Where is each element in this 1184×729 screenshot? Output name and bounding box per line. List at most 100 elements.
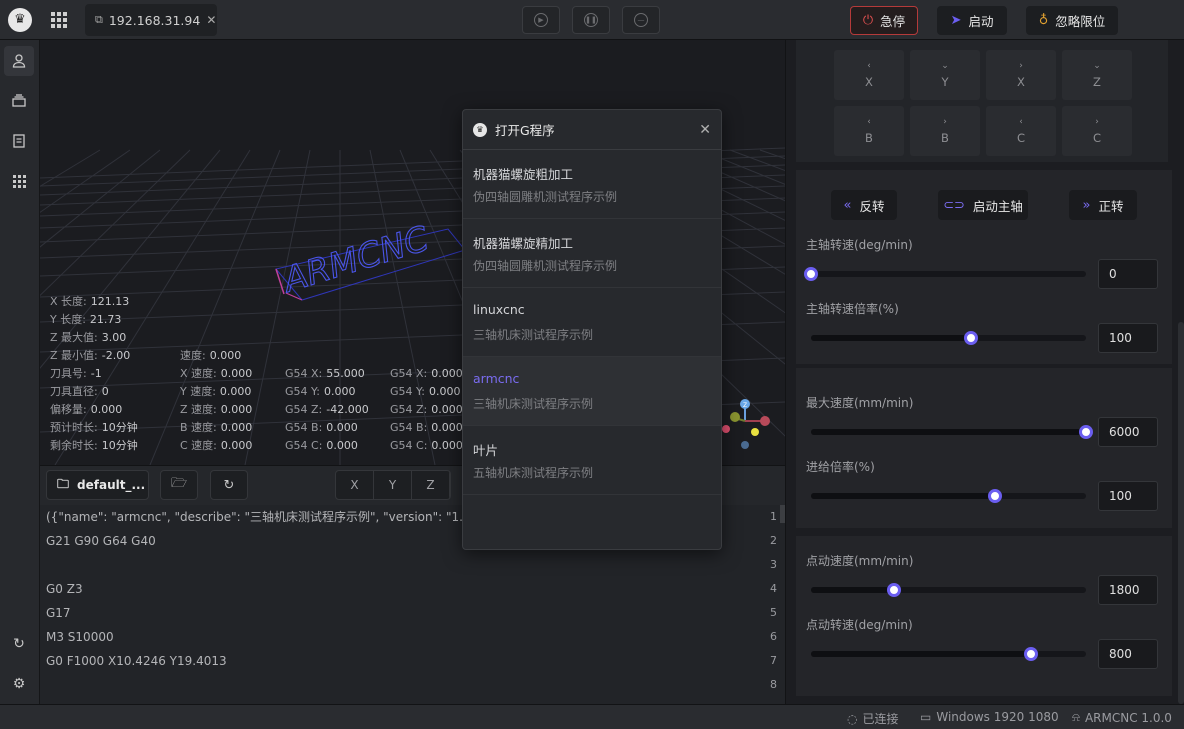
slider-label: 点动转速(deg/min)	[806, 618, 913, 632]
program-item[interactable]: armcnc 三轴机床测试程序示例	[463, 357, 721, 426]
slider-track[interactable]	[811, 583, 1086, 597]
apps-grid-icon[interactable]	[49, 10, 69, 30]
line-number: 6	[770, 630, 777, 643]
program-description: 伪四轴圆雕机测试程序示例	[473, 190, 618, 204]
slider-label: 进给倍率(%)	[806, 460, 875, 474]
refresh-button[interactable]: ↻	[4, 629, 34, 659]
connection-label: 已连接	[862, 712, 899, 726]
slider-label: 主轴转速(deg/min)	[806, 238, 913, 252]
bell-icon: ⍾	[1072, 710, 1080, 724]
sidebar-item-layers[interactable]	[4, 86, 34, 116]
sidebar-item-apps[interactable]	[4, 166, 34, 196]
axis-gizmo[interactable]: Z	[722, 399, 770, 449]
slider-fill	[811, 429, 1086, 435]
reload-button[interactable]: ↻	[210, 470, 248, 500]
code-line[interactable]: G21 G90 G64 G40	[46, 529, 156, 553]
slider-thumb[interactable]	[804, 267, 818, 281]
stat-label: G54 Z:	[390, 403, 428, 416]
code-line[interactable]: M3 S10000	[46, 625, 114, 649]
jog-button-b[interactable]: ‹ B	[834, 106, 904, 156]
jog-button-c[interactable]: ‹ C	[986, 106, 1056, 156]
slider-track[interactable]	[811, 331, 1086, 345]
stat-row: G54 C: 0.000	[390, 437, 463, 455]
double-chevron-left-icon: «	[843, 197, 852, 213]
jog-button-x[interactable]: › X	[986, 50, 1056, 100]
program-item[interactable]: linuxcnc 三轴机床测试程序示例	[463, 288, 721, 357]
sidebar-item-user[interactable]	[4, 46, 34, 76]
slider-value-input[interactable]: 100	[1098, 481, 1158, 511]
spindle-reverse-button[interactable]: « 反转	[831, 190, 897, 220]
slider-thumb[interactable]	[1024, 647, 1038, 661]
pause-button[interactable]: ❚❚	[572, 6, 610, 34]
axis-button-x[interactable]: X	[336, 471, 374, 499]
top-bar: ♛ ⧉ 192.168.31.94 ✕ ▶ ❚❚ — ⏻ 急停 ➤ 启动 ♁ 忽…	[0, 0, 1184, 40]
jog-button-c[interactable]: › C	[1062, 106, 1132, 156]
svg-text:Z: Z	[743, 402, 747, 409]
layers-icon	[12, 94, 26, 107]
slider-fill	[811, 335, 971, 341]
estop-label: 急停	[880, 14, 906, 29]
program-item[interactable]: 机器猫螺旋精加工 伪四轴圆雕机测试程序示例	[463, 219, 721, 288]
control-panel: ‹ X ⌄ Y › X ⌄ Z ‹ B › B ‹ C › C « 反转 ⊂⊃ 启动主轴 » 正转 主轴转速(…	[785, 40, 1184, 704]
slider-track[interactable]	[811, 425, 1093, 439]
file-name: default_...	[77, 478, 146, 492]
tab-connection[interactable]: ⧉ 192.168.31.94 ✕	[85, 4, 217, 36]
start-button[interactable]: ➤ 启动	[937, 6, 1007, 35]
stat-label: G54 Z:	[285, 403, 323, 416]
slider-track[interactable]	[804, 267, 1086, 281]
jog-axis-label: C	[1016, 130, 1026, 145]
send-icon: ➤	[950, 13, 962, 28]
jog-button-x[interactable]: ‹ X	[834, 50, 904, 100]
jog-button-b[interactable]: › B	[910, 106, 980, 156]
code-line[interactable]: G17	[46, 601, 71, 625]
spindle-start-button[interactable]: ⊂⊃ 启动主轴	[938, 190, 1028, 220]
code-line[interactable]: G0 Z3	[46, 577, 83, 601]
chevron-icon: ›	[943, 116, 947, 127]
file-select-button[interactable]: 🗀 default_...	[46, 470, 149, 500]
slider-thumb[interactable]	[1079, 425, 1093, 439]
play-button[interactable]: ▶	[522, 6, 560, 34]
estop-button[interactable]: ⏻ 急停	[850, 6, 918, 35]
slider-value-input[interactable]: 800	[1098, 639, 1158, 669]
settings-button[interactable]: ⚙	[4, 669, 34, 699]
ignore-limit-button[interactable]: ♁ 忽略限位	[1026, 6, 1118, 35]
slider-value-input[interactable]: 6000	[1098, 417, 1158, 447]
close-icon[interactable]: ✕	[699, 122, 711, 138]
slider-value-input[interactable]: 1800	[1098, 575, 1158, 605]
line-number: 7	[770, 654, 777, 667]
stat-label: 预计时长:	[50, 421, 98, 434]
slider-value-input[interactable]: 0	[1098, 259, 1158, 289]
program-item[interactable]: 叶片 五轴机床测试程序示例	[463, 426, 721, 495]
stat-value: 10分钟	[101, 439, 138, 452]
slider-track[interactable]	[811, 489, 1086, 503]
jog-button-z[interactable]: ⌄ Z	[1062, 50, 1132, 100]
sidebar-item-document[interactable]	[4, 126, 34, 156]
line-number: 3	[770, 558, 777, 571]
code-line[interactable]: G0 F1000 X10.4246 Y19.4013	[46, 649, 227, 673]
slider-thumb[interactable]	[963, 331, 978, 345]
stat-row: Z 速度: 0.000	[180, 401, 252, 419]
program-list: 机器猫螺旋粗加工 伪四轴圆雕机测试程序示例 机器猫螺旋精加工 伪四轴圆雕机测试程序示例…	[463, 150, 721, 495]
close-icon[interactable]: ✕	[206, 13, 216, 27]
slider-value-input[interactable]: 100	[1098, 323, 1158, 353]
jog-pad: ‹ X ⌄ Y › X ⌄ Z ‹ B › B ‹ C › C	[796, 40, 1168, 162]
jog-button-y[interactable]: ⌄ Y	[910, 50, 980, 100]
line-number: 8	[770, 678, 777, 691]
spindle-forward-button[interactable]: » 正转	[1069, 190, 1137, 220]
slider-thumb[interactable]	[886, 583, 901, 597]
stat-value: 0.000	[209, 349, 242, 362]
stat-row: 速度: 0.000	[180, 347, 252, 365]
axis-button-z[interactable]: Z	[412, 471, 450, 499]
stat-value: 0.000	[428, 385, 461, 398]
panel-scrollbar[interactable]	[1178, 322, 1184, 704]
slider-track[interactable]	[811, 647, 1086, 661]
open-folder-button[interactable]: 🗁	[160, 470, 198, 500]
stop-button[interactable]: —	[622, 6, 660, 34]
code-line[interactable]: ({"name": "armcnc", "describe": "三轴机床测试程…	[46, 505, 500, 529]
stat-row: X 速度: 0.000	[180, 365, 252, 383]
axis-button-y[interactable]: Y	[374, 471, 412, 499]
start-label: 启动	[968, 14, 994, 29]
program-item[interactable]: 机器猫螺旋粗加工 伪四轴圆雕机测试程序示例	[463, 150, 721, 219]
open-program-dialog: ♛ 打开G程序 ✕ 机器猫螺旋粗加工 伪四轴圆雕机测试程序示例 机器猫螺旋精加工 伪四…	[462, 109, 722, 550]
stat-value: 3.00	[101, 331, 127, 344]
